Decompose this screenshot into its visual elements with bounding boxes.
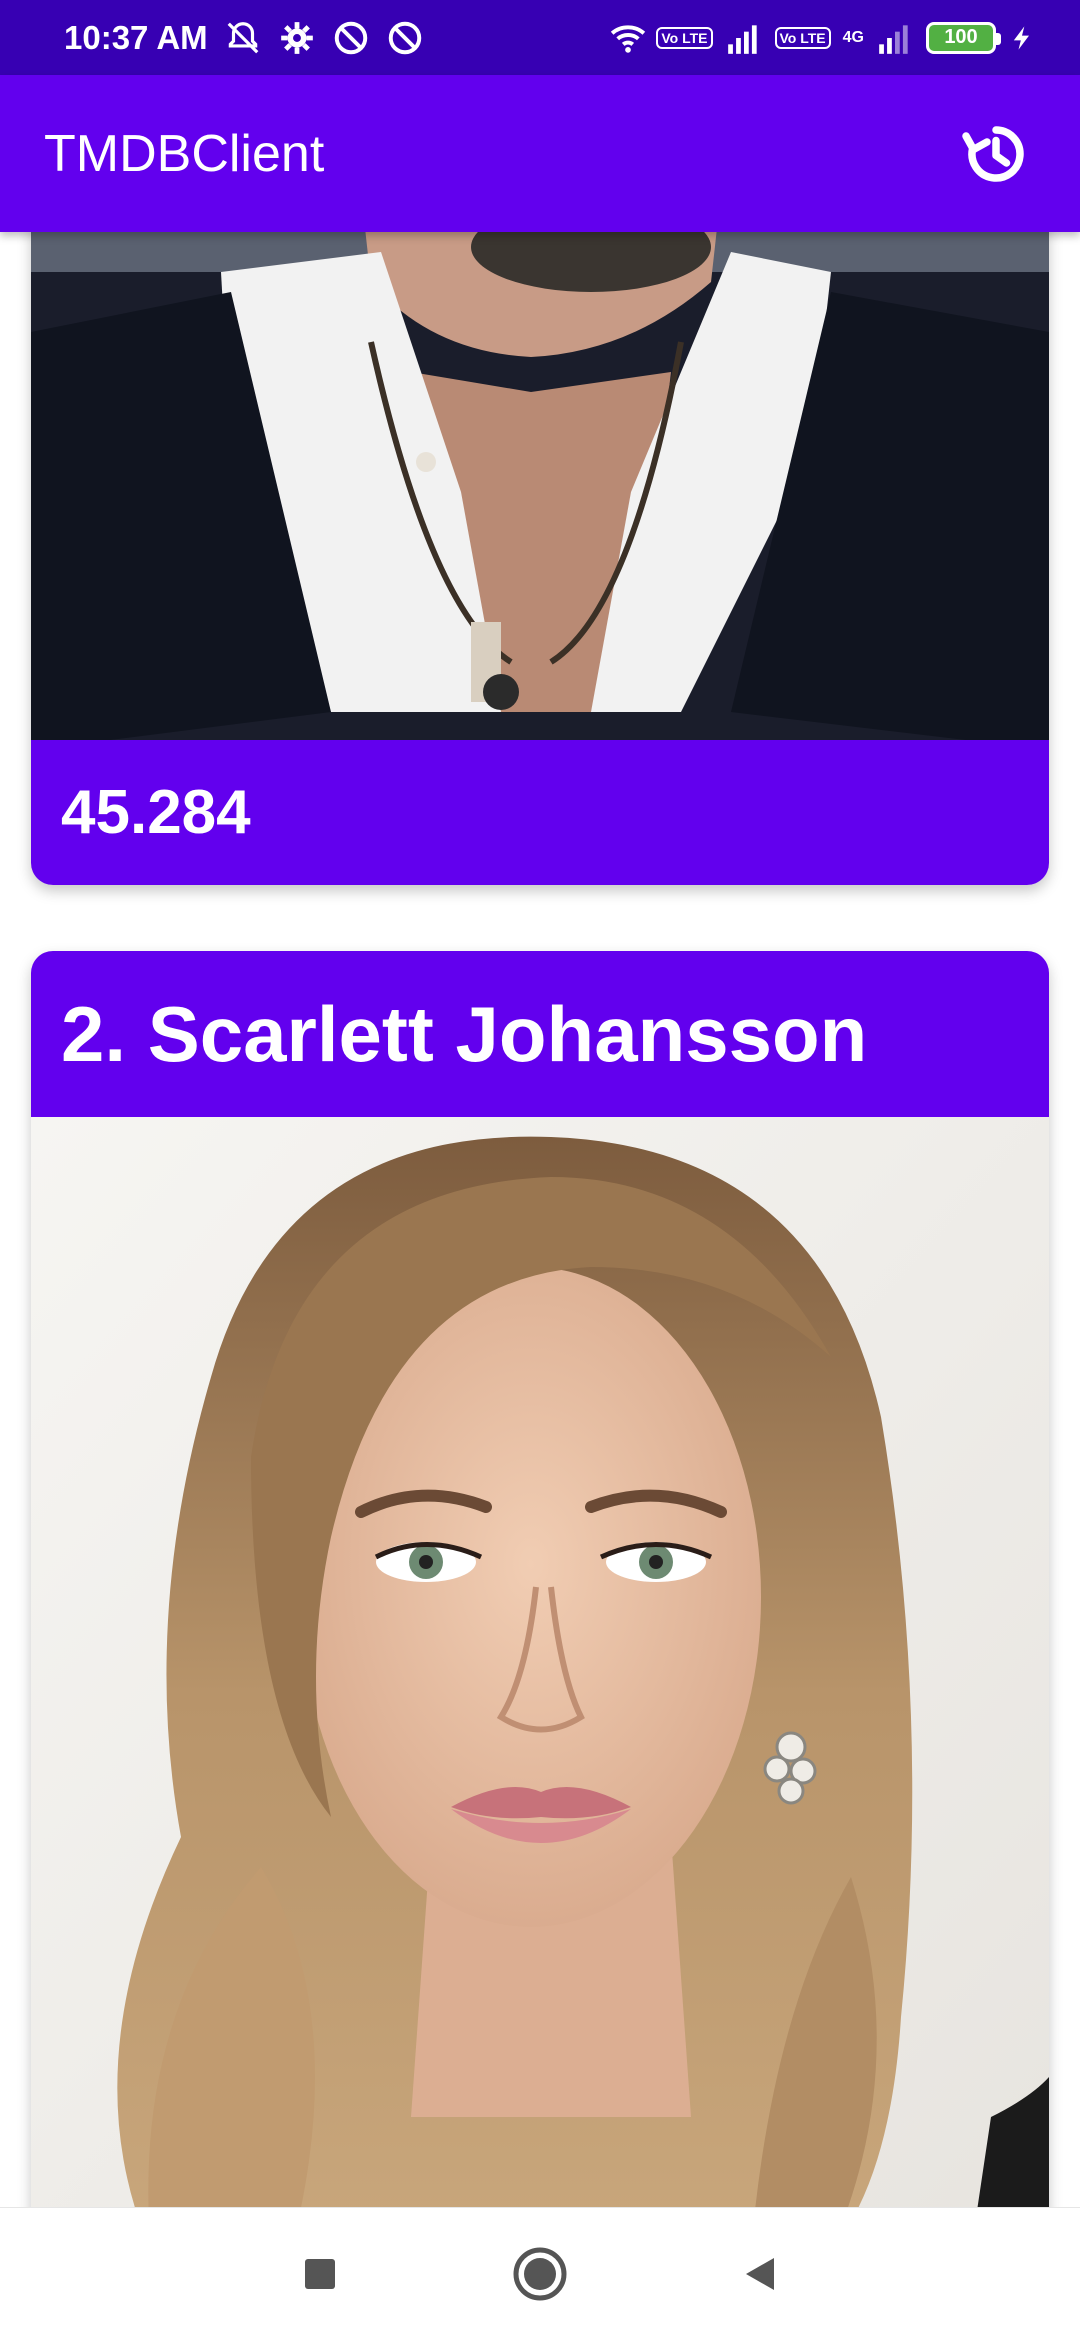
at-circle-icon <box>332 19 370 57</box>
circle-icon <box>513 2247 567 2301</box>
status-left: 10:37 AM <box>64 19 424 57</box>
gear-icon <box>278 19 316 57</box>
bell-muted-icon <box>224 19 262 57</box>
actor-card[interactable]: 2. Scarlett Johansson <box>31 951 1049 2207</box>
actor-name: 2. Scarlett Johansson <box>61 989 868 1078</box>
volte-chip-1: Vo LTE <box>656 26 713 49</box>
wifi-icon <box>606 19 646 57</box>
square-icon <box>305 2259 335 2289</box>
actor-card-header: 2. Scarlett Johansson <box>31 951 1049 1117</box>
person-photo <box>31 232 1049 750</box>
app-bar: TMDBClient <box>0 75 1080 232</box>
popularity-value: 45.284 <box>61 778 251 847</box>
status-bar: 10:37 AM Vo LTE Vo LTE 4G 100 <box>0 0 1080 75</box>
volte-chip-2: Vo LTE <box>774 26 831 49</box>
history-refresh-icon <box>962 125 1024 182</box>
system-navigation-bar <box>0 2207 1080 2340</box>
recents-button[interactable] <box>285 2239 355 2309</box>
actor-list[interactable]: 45.284 2. Scarlett Johansson <box>0 232 1080 2207</box>
status-time: 10:37 AM <box>64 18 208 56</box>
signal-icon-1 <box>725 19 763 57</box>
battery-indicator: 100 <box>926 21 1001 54</box>
signal-icon-2 <box>876 19 914 57</box>
popularity-bar: 45.284 <box>31 740 1049 885</box>
person-photo <box>31 1117 1049 2207</box>
network-type-label: 4G <box>842 28 864 46</box>
charging-bolt-icon <box>1008 19 1036 57</box>
home-button[interactable] <box>505 2239 575 2309</box>
status-right: Vo LTE Vo LTE 4G 100 <box>606 19 1036 57</box>
refresh-button[interactable] <box>956 114 1036 194</box>
triangle-back-icon <box>746 2258 774 2290</box>
at-circle-icon-2 <box>386 19 424 57</box>
actor-card[interactable]: 45.284 <box>31 232 1049 885</box>
back-button[interactable] <box>725 2239 795 2309</box>
app-title: TMDBClient <box>44 124 325 183</box>
